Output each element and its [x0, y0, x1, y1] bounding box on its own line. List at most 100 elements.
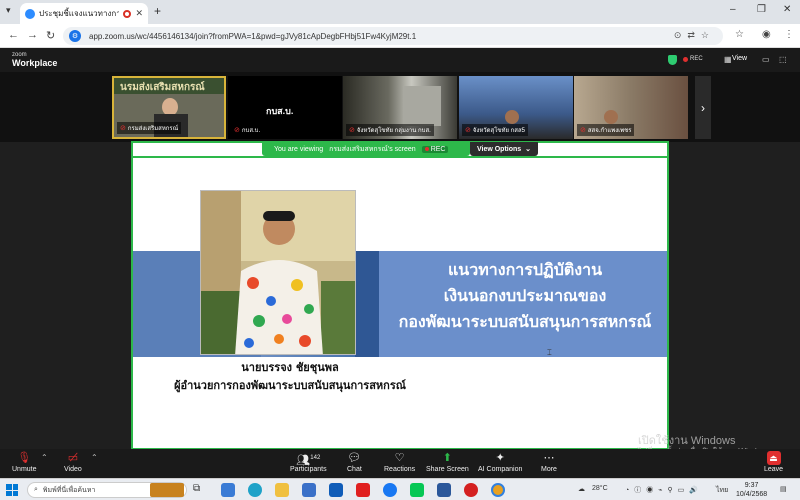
minimize-icon[interactable]: – — [730, 4, 736, 15]
maximize-icon[interactable]: ❐ — [757, 4, 766, 15]
clock-time: 9:37 — [744, 482, 759, 489]
reload-icon[interactable]: ↻ — [46, 29, 55, 42]
audio-options-caret-icon[interactable]: ⌃ — [41, 453, 48, 462]
slide-title-line: เงินนอกงบประมาณของ — [443, 286, 607, 305]
participants-icon: 👥︎142 — [296, 454, 321, 467]
copilot-icon[interactable] — [221, 483, 235, 497]
video-options-caret-icon[interactable]: ⌃ — [91, 453, 98, 462]
opera-icon[interactable] — [464, 483, 478, 497]
browser-tab[interactable]: ประชุมชี้แจงแนวทางการปฏิบัติงาน ✕ — [20, 3, 148, 24]
minimize-icon[interactable]: ⬚ — [779, 55, 787, 64]
share-screen-icon: ⬆ — [442, 452, 453, 464]
more-button[interactable]: ⋯ More — [541, 451, 557, 473]
muted-mic-icon: ⊘ — [580, 127, 586, 134]
view-button[interactable]: View — [732, 55, 747, 62]
video-button[interactable]: ▭̸ Video — [64, 451, 82, 473]
address-bar-icons[interactable]: ⊙⇄☆ — [674, 30, 715, 41]
presenter-position: ผู้อำนวยการกองพัฒนาระบบสนับสนุนการสหกรณ์ — [174, 379, 406, 392]
search-highlight-icon — [150, 483, 184, 497]
participants-button[interactable]: 👥︎142 Participants — [290, 451, 327, 473]
sharing-banner: You are viewing กรมส่งเสริมสหกรณ์'s scre… — [262, 142, 470, 156]
participant-name: ⊘ กบส.บ. — [231, 124, 264, 136]
address-bar[interactable]: ⚙ app.zoom.us/wc/4456146134/join?fromPWA… — [63, 27, 723, 45]
menu-icon[interactable]: ⋮ — [784, 29, 794, 40]
edge-icon[interactable] — [248, 483, 262, 497]
participant-tile[interactable]: กบส.บ. ⊘ กบส.บ. — [228, 76, 342, 139]
word-icon[interactable] — [437, 483, 451, 497]
participant-tile[interactable]: นรมส่งเสริมสหกรณ์ ⊘ กรมส่งเสริมสหกรณ์ — [112, 76, 226, 139]
tray-icons[interactable]: ◔ⓘ◉⌁⚲▭🔊 — [625, 485, 703, 495]
zoom-header: zoom Workplace REC ▦ View ▭ ⬚ — [0, 48, 800, 72]
record-dot-icon — [424, 147, 429, 151]
facebook-icon[interactable] — [383, 483, 397, 497]
file-explorer-icon[interactable] — [275, 483, 289, 497]
close-tab-icon[interactable]: ✕ — [135, 8, 143, 19]
store-icon[interactable] — [302, 483, 316, 497]
weather-icon[interactable]: ☁ — [578, 485, 585, 493]
video-off-icon: ▭̸ — [67, 452, 79, 464]
more-label: More — [541, 466, 557, 473]
next-participants-button[interactable]: › — [695, 76, 711, 139]
share-screen-label: Share Screen — [426, 466, 469, 473]
participant-label: กบส.บ. — [266, 106, 294, 116]
notification-icon[interactable]: ▤ — [780, 485, 787, 493]
tab-search-icon[interactable]: ▾ — [6, 5, 11, 16]
windows-taskbar: ⌕ พิมพ์ที่นี่เพื่อค้นหา ⧉ ☁ 28°C ◔ⓘ◉⌁⚲▭🔊… — [0, 478, 800, 500]
close-window-icon[interactable]: ✕ — [783, 4, 791, 15]
view-options-button[interactable]: View Options ⌄ — [470, 142, 538, 156]
reactions-button[interactable]: ♡ Reactions — [384, 451, 415, 473]
participant-tile[interactable]: ⊘ สสจ.กำแพงเพชร — [574, 76, 688, 139]
participants-label: Participants — [290, 466, 327, 473]
tab-title: ประชุมชี้แจงแนวทางการปฏิบัติงาน — [39, 9, 120, 18]
view-options-label: View Options — [476, 145, 522, 153]
forward-icon[interactable]: → — [27, 29, 38, 41]
chat-button[interactable]: 💬︎ Chat — [347, 451, 362, 473]
chevron-down-icon: ⌄ — [525, 146, 532, 153]
muted-mic-icon: ⊘ — [465, 127, 471, 134]
encryption-shield-icon[interactable] — [668, 55, 677, 65]
leave-icon: ⏏ — [766, 451, 781, 465]
zoom-logo: zoom Workplace — [12, 51, 58, 68]
zoom-favicon-icon — [25, 8, 35, 19]
grid-view-icon: ▦ — [724, 55, 732, 64]
language-indicator[interactable]: ไทย — [716, 485, 728, 496]
profile-icon[interactable]: ◉ — [762, 29, 771, 40]
leave-button[interactable]: ⏏ Leave — [764, 451, 783, 473]
windows-start-icon[interactable] — [6, 484, 18, 496]
ai-companion-button[interactable]: ✦ AI Companion — [478, 451, 522, 473]
participant-tile[interactable]: ⊘ จังหวัดสุโขทัย กสส5 — [459, 76, 573, 139]
participant-name: ⊘ จังหวัดสุโขทัย กสส5 — [462, 124, 528, 136]
fullscreen-icon[interactable]: ▭ — [762, 55, 770, 64]
chrome-icon[interactable] — [491, 483, 505, 497]
taskbar-clock[interactable]: 9:37 10/4/2568 — [736, 481, 767, 499]
muted-mic-icon: ⊘ — [120, 125, 126, 132]
youtube-icon[interactable] — [356, 483, 370, 497]
weather-temp[interactable]: 28°C — [592, 485, 608, 492]
video-label: Video — [64, 466, 82, 473]
meeting-controls: 🎙︎ Unmute ⌃ ▭̸ Video ⌃ 👥︎142 Participant… — [0, 449, 800, 478]
share-screen-button[interactable]: ⬆ Share Screen — [426, 451, 469, 473]
task-view-icon[interactable]: ⧉ — [193, 483, 207, 497]
participant-tile[interactable]: ⊘ จังหวัดสุโขทัย กลุ่มงาน กบส. — [343, 76, 457, 139]
back-icon[interactable]: ← — [8, 29, 19, 41]
reactions-icon: ♡ — [394, 452, 405, 464]
logo-bottom: Workplace — [12, 58, 58, 68]
outlook-icon[interactable] — [329, 483, 343, 497]
browser-tab-bar: ▾ ประชุมชี้แจงแนวทางการปฏิบัติงาน ✕ + – … — [0, 0, 800, 24]
search-icon: ⌕ — [34, 486, 38, 493]
chat-label: Chat — [347, 466, 362, 473]
new-tab-button[interactable]: + — [154, 4, 161, 18]
sharing-rec-indicator: REC — [421, 145, 449, 153]
slide-title-line: แนวทางการปฏิบัติงาน — [447, 260, 603, 279]
site-info-icon[interactable]: ⚙ — [69, 30, 81, 42]
clock-date: 10/4/2568 — [736, 491, 768, 498]
presenter-caption: นายบรรจง ชัยชุนพล ผู้อำนวยการกองพัฒนาระบ… — [133, 359, 447, 395]
recording-indicator[interactable]: REC — [683, 56, 703, 62]
record-dot-icon — [683, 56, 688, 62]
unmute-button[interactable]: 🎙︎ Unmute — [12, 451, 37, 473]
bookmark-icon[interactable]: ☆ — [735, 29, 744, 40]
presenter-photo — [200, 190, 356, 355]
line-icon[interactable] — [410, 483, 424, 497]
banner-text: นรมส่งเสริมสหกรณ์ — [120, 82, 205, 93]
browser-nav-bar: ← → ↻ ⚙ app.zoom.us/wc/4456146134/join?f… — [0, 24, 800, 48]
